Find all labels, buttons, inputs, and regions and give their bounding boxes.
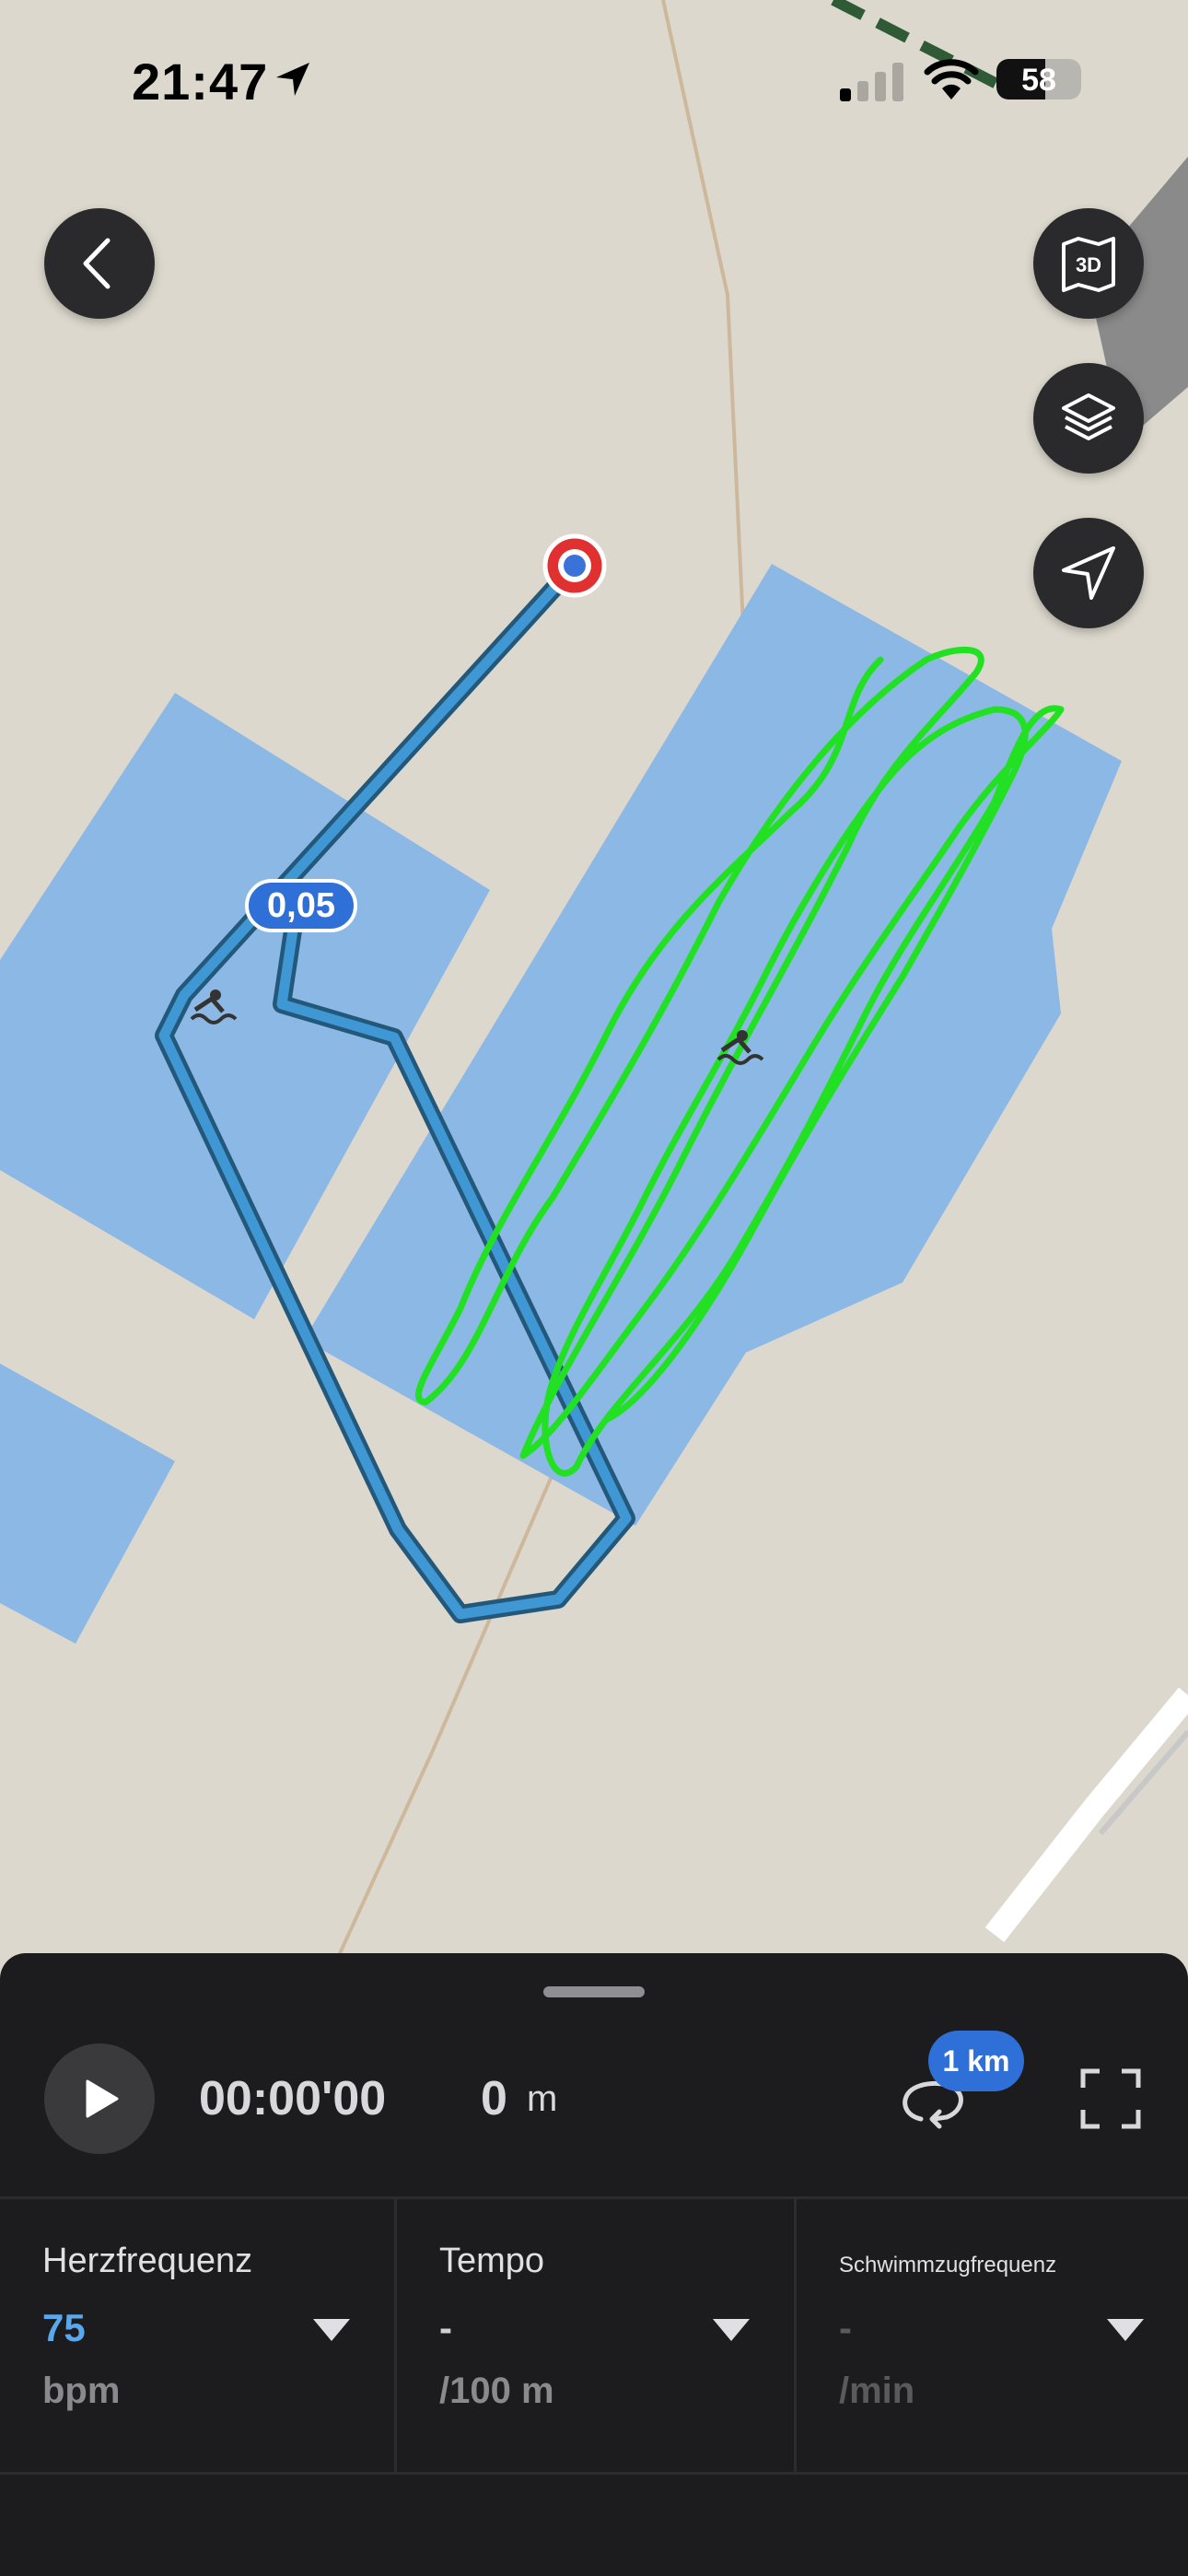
lap-distance-badge[interactable]: 1 km: [928, 2031, 1024, 2091]
drag-handle[interactable]: [543, 1986, 645, 1997]
battery-icon: 58: [996, 59, 1081, 100]
metrics-grid: Herzfrequenz 75 bpm Tempo - /100 m Schwi…: [0, 2196, 1188, 2475]
battery-level: 58: [1021, 63, 1056, 98]
status-time: 21:47: [132, 53, 269, 111]
metric-unit: /min: [839, 2371, 915, 2411]
chevron-left-icon: [83, 238, 111, 289]
metric-pace[interactable]: Tempo - /100 m: [394, 2199, 794, 2472]
distance-unit: m: [527, 2078, 558, 2119]
metric-unit: bpm: [42, 2371, 121, 2411]
status-bar: 21:47 58: [0, 0, 1188, 157]
navigation-arrow-icon: [1062, 546, 1115, 600]
metric-unit: /100 m: [439, 2371, 554, 2411]
layers-button[interactable]: [1033, 363, 1144, 474]
svg-text:3D: 3D: [1076, 253, 1101, 276]
location-arrow-icon: [276, 63, 309, 96]
metric-label: Schwimmzugfrequenz: [839, 2253, 1057, 2277]
map-3d-icon: 3D: [1062, 237, 1115, 292]
layers-icon: [1062, 393, 1115, 440]
wifi-icon: [924, 59, 979, 100]
view-3d-button[interactable]: 3D: [1033, 208, 1144, 319]
elapsed-time: 00:00'00: [199, 2072, 387, 2125]
locate-me-button[interactable]: [1033, 518, 1144, 628]
map-view[interactable]: [0, 0, 1188, 1990]
play-icon: [86, 2079, 119, 2118]
metric-value: -: [839, 2306, 852, 2349]
metric-heart-rate[interactable]: Herzfrequenz 75 bpm: [0, 2199, 394, 2472]
start-marker[interactable]: [542, 533, 607, 598]
back-button[interactable]: [44, 208, 155, 319]
metric-value: -: [439, 2306, 452, 2349]
distance-marker-label[interactable]: 0,05: [245, 879, 357, 932]
dropdown-arrow-icon[interactable]: [713, 2319, 750, 2341]
metric-stroke-rate[interactable]: Schwimmzugfrequenz - /min: [794, 2199, 1188, 2472]
dropdown-arrow-icon[interactable]: [313, 2319, 350, 2341]
metric-label: Herzfrequenz: [42, 2242, 253, 2280]
distance-value: 0: [481, 2072, 507, 2125]
dropdown-arrow-icon[interactable]: [1107, 2319, 1144, 2341]
play-button[interactable]: [44, 2043, 155, 2154]
metric-value: 75: [42, 2306, 86, 2349]
metric-label: Tempo: [439, 2242, 545, 2280]
fullscreen-icon[interactable]: [1077, 2066, 1144, 2132]
cellular-signal-icon: [840, 63, 903, 101]
